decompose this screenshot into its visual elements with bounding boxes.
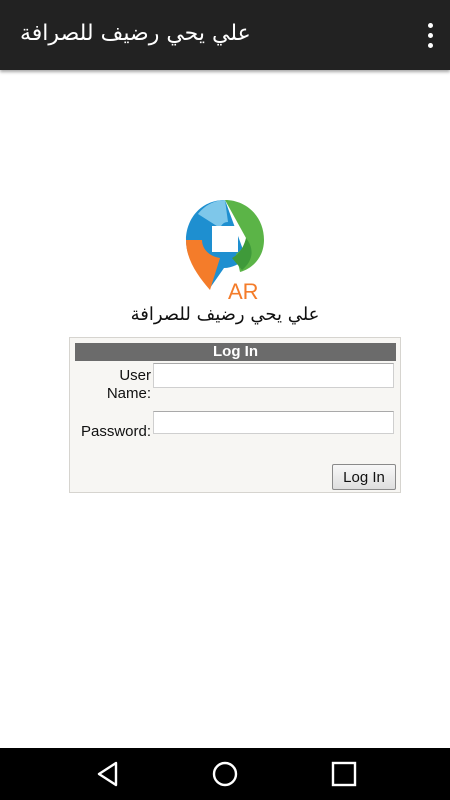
recent-apps-icon[interactable] [330, 760, 358, 788]
navigation-bar [0, 748, 450, 800]
password-input[interactable] [153, 411, 394, 434]
company-logo: AR [180, 198, 270, 302]
password-label: Password: [80, 423, 151, 440]
back-icon[interactable] [94, 760, 122, 788]
app-bar: علي يحي رضيف للصرافة [0, 0, 450, 70]
overflow-menu-icon[interactable] [422, 20, 438, 50]
company-name: علي يحي رضيف للصرافة [130, 304, 320, 325]
login-header: Log In [75, 343, 396, 361]
svg-text:AR: AR [228, 279, 259, 302]
username-label: User Name: [106, 367, 151, 402]
login-button[interactable]: Log In [332, 464, 396, 490]
home-icon[interactable] [211, 760, 239, 788]
app-title: علي يحي رضيف للصرافة [20, 21, 251, 46]
login-form: Log In User Name: Password: Log In [69, 337, 401, 493]
username-input[interactable] [153, 363, 394, 388]
